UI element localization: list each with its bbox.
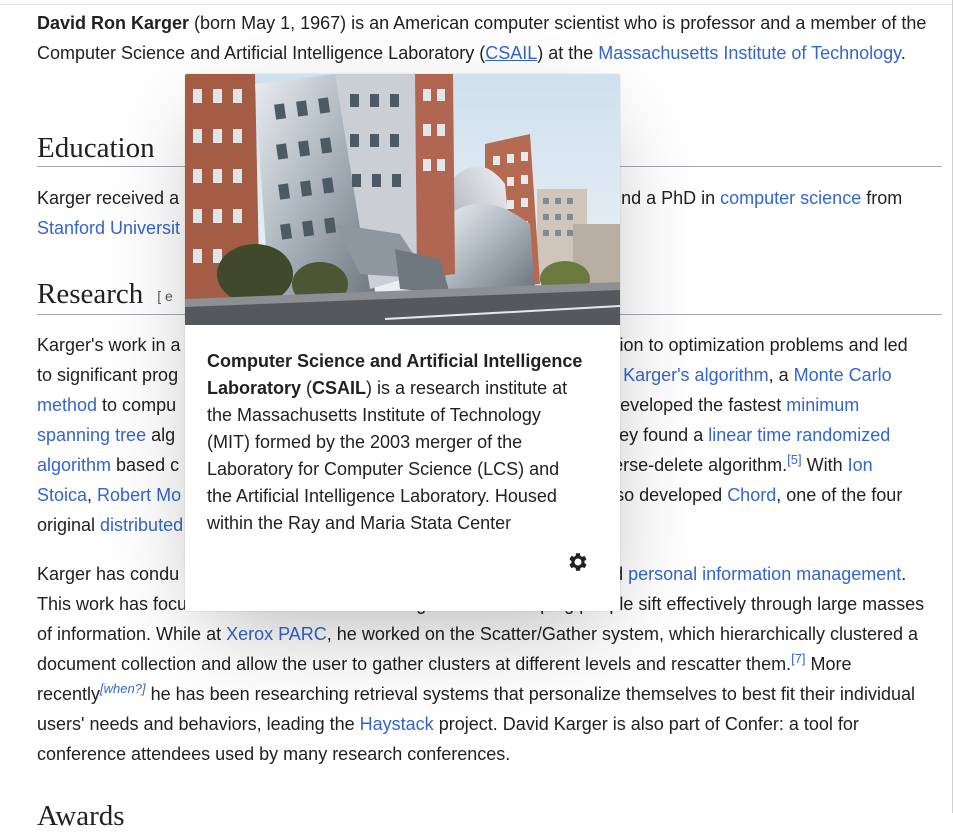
when-tag[interactable]: [when?] xyxy=(100,681,146,696)
link-csail[interactable]: CSAIL xyxy=(485,43,537,63)
link-distributed[interactable]: distributed xyxy=(100,515,183,535)
link-mit[interactable]: Massachusetts Institute of Technology xyxy=(598,43,901,63)
link-xerox-parc[interactable]: Xerox PARC xyxy=(226,624,327,644)
link-minimum[interactable]: minimum xyxy=(786,395,859,415)
subject-name: David Ron Karger xyxy=(37,13,190,33)
link-algorithm[interactable]: algorithm xyxy=(37,455,111,475)
edit-section-link[interactable]: [ e xyxy=(157,288,173,304)
link-kargers-algorithm[interactable]: Karger's algorithm xyxy=(623,365,769,385)
link-chord[interactable]: Chord xyxy=(727,485,776,505)
link-spanning-tree[interactable]: spanning tree xyxy=(37,425,146,445)
popup-abbr-bold: CSAIL xyxy=(312,378,367,398)
ref-5[interactable]: [5] xyxy=(787,452,801,467)
link-stanford[interactable]: Stanford Universit xyxy=(37,218,180,238)
ref-7[interactable]: [7] xyxy=(791,651,805,666)
link-method[interactable]: method xyxy=(37,395,97,415)
link-monte-carlo[interactable]: Monte Carlo xyxy=(794,365,892,385)
page-preview-popup[interactable]: Computer Science and Artificial Intellig… xyxy=(185,74,620,611)
link-haystack[interactable]: Haystack xyxy=(360,714,434,734)
intro-paragraph: David Ron Karger (born May 1, 1967) is a… xyxy=(37,13,927,63)
link-pim[interactable]: personal information management xyxy=(628,564,901,584)
link-linear-time[interactable]: linear time randomized xyxy=(708,425,890,445)
link-ion[interactable]: Ion xyxy=(848,455,873,475)
heading-awards: Awards xyxy=(37,800,125,832)
gear-icon[interactable] xyxy=(566,550,590,574)
top-divider xyxy=(0,4,953,5)
popup-thumbnail-image[interactable] xyxy=(185,74,620,325)
popup-text-fade xyxy=(503,510,593,538)
heading-research-text: Research xyxy=(37,278,144,310)
link-stoica[interactable]: Stoica xyxy=(37,485,87,505)
link-robert[interactable]: Robert Mo xyxy=(97,485,181,505)
link-computer-science[interactable]: computer science xyxy=(720,188,861,208)
